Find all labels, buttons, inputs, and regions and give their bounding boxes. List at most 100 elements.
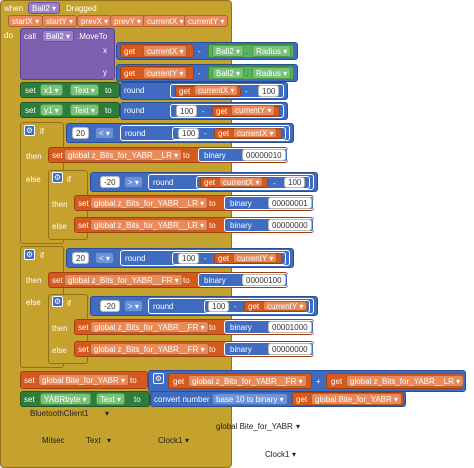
- fr-variable-dropdown[interactable]: global z_Bits_for_YABR__FR ▾: [64, 274, 183, 286]
- currentX-dropdown[interactable]: currentX ▾: [219, 177, 264, 187]
- convert-mode-dropdown[interactable]: base 10 to binary ▾: [212, 393, 288, 405]
- number-100[interactable]: 100: [208, 301, 230, 312]
- binary-value[interactable]: 00000000: [268, 219, 312, 231]
- fr-variable-dropdown[interactable]: global z_Bits_for_YABR__FR ▾: [90, 343, 209, 355]
- number-20[interactable]: 20: [72, 127, 89, 139]
- clock1-dropdown[interactable]: Clock1: [158, 435, 182, 446]
- dropdown-arrow-icon: ▾: [177, 17, 184, 26]
- text-property-dropdown[interactable]: Text ▾: [70, 104, 99, 116]
- param-prevY[interactable]: prevY ▾: [110, 15, 146, 27]
- get-label: get: [216, 107, 228, 116]
- mutator-gear-icon[interactable]: ⚙: [52, 172, 63, 183]
- binary-label: binary: [204, 151, 226, 160]
- round-label: round: [153, 178, 174, 187]
- dropdown-arrow-icon: ▾: [197, 199, 205, 208]
- fr-variable-dropdown[interactable]: global z_Bits_for_YABR__FR ▾: [90, 321, 209, 333]
- y1-dropdown[interactable]: y1 ▾: [40, 104, 63, 116]
- text-property-dropdown[interactable]: Text ▾: [70, 84, 99, 96]
- call-component-dropdown[interactable]: Ball2 ▾: [42, 30, 75, 42]
- convert-number-label: convert number: [154, 395, 210, 404]
- currentX-dropdown[interactable]: currentX ▾: [233, 128, 278, 138]
- binary-value[interactable]: 00000001: [268, 197, 312, 209]
- set-label: set: [52, 276, 63, 285]
- minus-op: -: [204, 254, 207, 263]
- number-minus20[interactable]: -20: [100, 176, 120, 188]
- mutator-gear-icon[interactable]: ⚙: [153, 373, 164, 384]
- dropdown-arrow-icon: ▾: [218, 17, 225, 26]
- set-label: set: [78, 345, 89, 354]
- dropdown-arrow-icon: ▾: [197, 221, 205, 230]
- param-prevX[interactable]: prevX ▾: [77, 15, 113, 27]
- then-label: then: [26, 276, 42, 285]
- dropdown-arrow-icon: ▾: [280, 47, 288, 56]
- radius-property-dropdown[interactable]: Radius ▾: [252, 67, 292, 79]
- round-label: round: [125, 129, 146, 138]
- lr-variable-dropdown[interactable]: global z_Bits_for_YABR__LR ▾: [90, 219, 209, 231]
- mutator-gear-icon[interactable]: ⚙: [52, 296, 63, 307]
- x1-dropdown[interactable]: x1 ▾: [40, 84, 63, 96]
- lt-operator-dropdown[interactable]: < ▾: [95, 252, 114, 264]
- yabrbyte-dropdown[interactable]: YABRbyte ▾: [40, 393, 91, 405]
- number-minus20[interactable]: -20: [100, 300, 120, 312]
- lt-operator-dropdown[interactable]: < ▾: [95, 127, 114, 139]
- number-20[interactable]: 20: [72, 252, 89, 264]
- dropdown-arrow-icon: ▾: [280, 69, 288, 78]
- radius-property-dropdown[interactable]: Radius ▾: [252, 45, 292, 57]
- dropdown-arrow-icon: ▾: [132, 178, 139, 187]
- number-100[interactable]: 100: [284, 177, 306, 188]
- param-currentY[interactable]: currentY ▾: [184, 15, 229, 27]
- currentY-dropdown[interactable]: currentY ▾: [143, 67, 188, 79]
- bite-variable-dropdown[interactable]: global Bite_for_YABR ▾: [38, 374, 130, 386]
- currentX-dropdown[interactable]: currentX ▾: [143, 45, 188, 57]
- currentX-dropdown[interactable]: currentX ▾: [194, 85, 239, 96]
- number-100[interactable]: 100: [176, 105, 198, 117]
- param-startX[interactable]: startX ▾: [8, 15, 44, 27]
- currentY-dropdown[interactable]: currentY ▾: [233, 253, 278, 263]
- bite-variable-dropdown[interactable]: global Bite_for_YABR ▾: [311, 393, 403, 405]
- dropdown-arrow-icon: ▾: [101, 17, 109, 26]
- ball2-component-dropdown[interactable]: Ball2 ▾: [212, 67, 245, 79]
- binary-label: binary: [204, 276, 226, 285]
- dropdown-arrow-icon: ▾: [277, 395, 284, 404]
- dropdown-arrow-icon: ▾: [88, 86, 95, 95]
- number-100[interactable]: 100: [258, 85, 280, 97]
- lr-variable-dropdown[interactable]: global z_Bits_for_YABR__LR ▾: [346, 375, 465, 387]
- dropdown-arrow-icon: ▾: [265, 106, 272, 115]
- x-param-label: x: [103, 46, 107, 55]
- param-startY[interactable]: startY ▾: [42, 15, 77, 27]
- to-label: to: [209, 199, 216, 208]
- event-component-dropdown[interactable]: Ball2 ▾: [28, 2, 61, 14]
- mutator-gear-icon[interactable]: ⚙: [24, 125, 35, 136]
- dropdown-arrow-icon: ▾: [297, 302, 304, 311]
- gt-operator-dropdown[interactable]: > ▾: [124, 176, 143, 188]
- currentY-dropdown[interactable]: currentY ▾: [231, 105, 276, 116]
- dropdown-arrow-icon: ▾: [253, 178, 260, 187]
- dropdown-arrow-icon: ▾: [198, 323, 205, 332]
- if-label: if: [67, 175, 71, 184]
- fr-variable-dropdown[interactable]: global z_Bits_for_YABR__FR ▾: [188, 375, 307, 387]
- lr-variable-dropdown[interactable]: global z_Bits_for_YABR__LR ▾: [90, 197, 209, 209]
- gt-operator-dropdown[interactable]: > ▾: [124, 300, 143, 312]
- if-label: if: [67, 299, 71, 308]
- to-label: to: [134, 395, 141, 404]
- binary-label: binary: [230, 345, 252, 354]
- bluetooth-client-dropdown[interactable]: BluetoothClient1: [30, 408, 89, 419]
- minus-op: -: [202, 107, 205, 116]
- currentY-dropdown[interactable]: currentY ▾: [263, 301, 308, 311]
- ball2-component-dropdown[interactable]: Ball2 ▾: [212, 45, 245, 57]
- clock1-dropdown[interactable]: Clock1: [265, 449, 289, 460]
- text-property-dropdown[interactable]: Text ▾: [96, 393, 125, 405]
- dropdown-arrow-icon: ▾: [233, 47, 241, 56]
- dropdown-arrow-icon: ▾: [391, 395, 399, 404]
- binary-value[interactable]: 00000000: [268, 343, 312, 355]
- lr-variable-dropdown[interactable]: global z_Bits_for_YABR__LR ▾: [64, 149, 183, 161]
- bite-variable-label[interactable]: global Bite_for_YABR: [216, 421, 293, 432]
- binary-label: binary: [230, 199, 252, 208]
- binary-value[interactable]: 00000010: [242, 149, 286, 161]
- number-100[interactable]: 100: [178, 128, 200, 139]
- param-currentX[interactable]: currentX ▾: [143, 15, 188, 27]
- binary-value[interactable]: 00000100: [242, 274, 286, 286]
- number-100[interactable]: 100: [178, 253, 200, 264]
- binary-value[interactable]: 00001000: [268, 321, 312, 333]
- mutator-gear-icon[interactable]: ⚙: [24, 249, 35, 260]
